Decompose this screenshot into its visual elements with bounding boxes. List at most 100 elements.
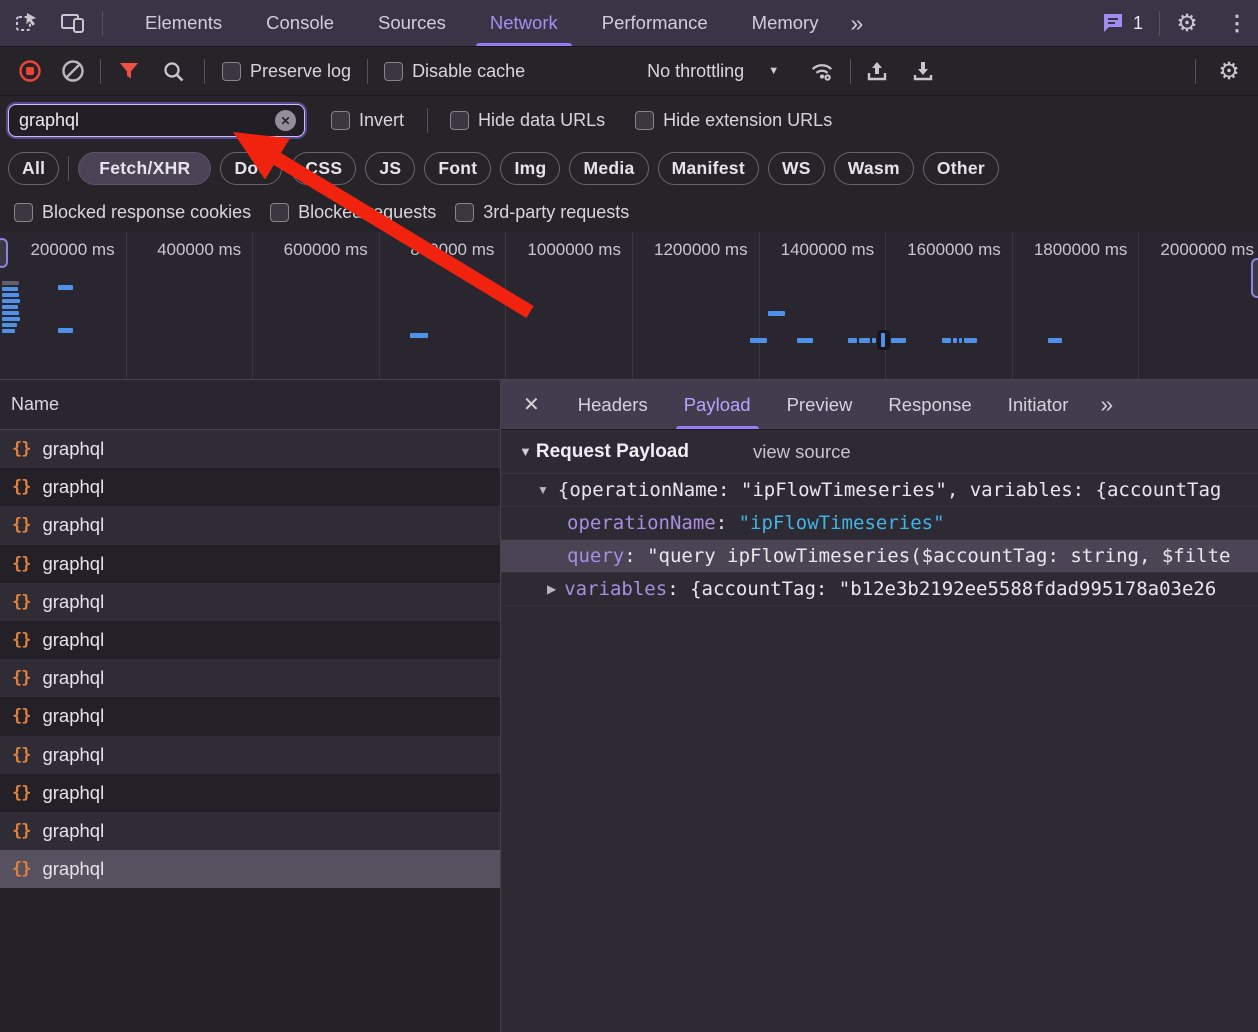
settings-gear-icon[interactable]: ⚙ <box>1174 10 1200 36</box>
detail-more-tabs-icon[interactable]: » <box>1090 391 1121 418</box>
close-detail-icon[interactable]: ✕ <box>523 392 540 417</box>
checkbox[interactable] <box>450 111 469 130</box>
inspect-element-icon[interactable] <box>14 10 40 36</box>
issues-icon[interactable] <box>1101 12 1125 34</box>
expand-triangle-icon[interactable]: ▼ <box>537 483 549 497</box>
request-row[interactable]: {}graphql <box>0 659 500 697</box>
request-name: graphql <box>42 667 104 689</box>
detail-tab-initiator[interactable]: Initiator <box>990 380 1087 429</box>
checkbox-label: Blocked requests <box>298 202 436 223</box>
request-row[interactable]: {}graphql <box>0 812 500 850</box>
waterfall-bar <box>881 333 885 347</box>
overview-left-grip[interactable] <box>0 238 8 268</box>
more-tabs-icon[interactable]: » <box>840 10 871 37</box>
chip-font[interactable]: Font <box>424 152 491 185</box>
network-settings-gear-icon[interactable]: ⚙ <box>1216 58 1242 84</box>
request-name: graphql <box>42 591 104 613</box>
detail-tab-payload[interactable]: Payload <box>666 380 769 429</box>
overview-tick-label: 2000000 ms <box>1160 240 1254 260</box>
divider <box>1159 11 1160 36</box>
detail-tab-headers[interactable]: Headers <box>560 380 666 429</box>
checkbox[interactable] <box>14 203 33 222</box>
filter-text-input[interactable]: graphql ✕ <box>8 104 305 137</box>
device-toolbar-icon[interactable] <box>60 10 86 36</box>
clear-filter-icon[interactable]: ✕ <box>275 110 296 131</box>
network-overview-timeline[interactable]: 200000 ms400000 ms600000 ms800000 ms1000… <box>0 232 1258 380</box>
checkbox[interactable] <box>222 62 241 81</box>
search-icon[interactable] <box>160 58 186 84</box>
overview-tick-label: 1000000 ms <box>527 240 621 260</box>
view-source-link[interactable]: view source <box>753 441 851 463</box>
kebab-menu-icon[interactable]: ⋮ <box>1224 10 1250 36</box>
request-row[interactable]: {}graphql <box>0 697 500 735</box>
request-row[interactable]: {}graphql <box>0 774 500 812</box>
request-row[interactable]: {}graphql <box>0 545 500 583</box>
checkbox[interactable] <box>270 203 289 222</box>
overview-right-grip[interactable] <box>1251 258 1258 298</box>
export-har-icon[interactable] <box>910 58 936 84</box>
checkbox[interactable] <box>635 111 654 130</box>
chip-media[interactable]: Media <box>569 152 648 185</box>
chip-css[interactable]: CSS <box>291 152 356 185</box>
payload-entry-query[interactable]: query: "query ipFlowTimeseries($accountT… <box>501 539 1258 572</box>
hide-data-urls-label: Hide data URLs <box>478 110 605 131</box>
network-conditions-icon[interactable] <box>809 58 835 84</box>
detail-tab-response[interactable]: Response <box>870 380 989 429</box>
request-row[interactable]: {}graphql <box>0 583 500 621</box>
chip-fetch-xhr[interactable]: Fetch/XHR <box>78 152 211 185</box>
filter-funnel-icon[interactable] <box>116 58 142 84</box>
request-row[interactable]: {}graphql <box>0 430 500 468</box>
payload-root-row[interactable]: ▼ {operationName: "ipFlowTimeseries", va… <box>501 474 1258 506</box>
request-row[interactable]: {}graphql <box>0 468 500 506</box>
tab-network[interactable]: Network <box>468 0 580 46</box>
tab-performance[interactable]: Performance <box>580 0 730 46</box>
checkbox[interactable] <box>455 203 474 222</box>
json-request-icon: {} <box>12 745 30 765</box>
chip-all[interactable]: All <box>8 152 59 185</box>
tab-elements[interactable]: Elements <box>123 0 244 46</box>
tab-memory[interactable]: Memory <box>730 0 841 46</box>
collapse-triangle-icon[interactable]: ▼ <box>519 444 532 459</box>
waterfall-bar <box>2 305 18 309</box>
name-column-header[interactable]: Name <box>0 380 500 430</box>
payload-entry-operationName[interactable]: operationName: "ipFlowTimeseries" <box>501 506 1258 539</box>
checkbox[interactable] <box>384 62 403 81</box>
overview-tick-label: 800000 ms <box>410 240 494 260</box>
payload-entry-variables[interactable]: ▶variables: {accountTag: "b12e3b2192ee55… <box>501 572 1258 605</box>
throttling-dropdown[interactable]: No throttling ▼ <box>647 61 779 82</box>
expand-triangle-icon[interactable]: ▶ <box>547 582 556 596</box>
overview-column: 1000000 ms <box>506 232 633 380</box>
detail-tab-preview[interactable]: Preview <box>769 380 871 429</box>
request-row[interactable]: {}graphql <box>0 506 500 544</box>
filter-input-value: graphql <box>19 110 275 131</box>
chip-wasm[interactable]: Wasm <box>834 152 914 185</box>
chip-other[interactable]: Other <box>923 152 999 185</box>
overview-column: 1200000 ms <box>633 232 760 380</box>
checkbox[interactable] <box>331 111 350 130</box>
disable-cache-checkbox[interactable]: Disable cache <box>384 61 525 82</box>
3rd-party-requests-checkbox[interactable]: 3rd-party requests <box>455 202 629 223</box>
blocked-response-cookies-checkbox[interactable]: Blocked response cookies <box>14 202 251 223</box>
request-name: graphql <box>42 782 104 804</box>
preserve-log-checkbox[interactable]: Preserve log <box>222 61 351 82</box>
chip-manifest[interactable]: Manifest <box>658 152 759 185</box>
network-main-area: Name {}graphql{}graphql{}graphql{}graphq… <box>0 380 1258 1032</box>
blocked-requests-checkbox[interactable]: Blocked requests <box>270 202 436 223</box>
record-network-log-icon[interactable] <box>17 58 43 84</box>
chip-img[interactable]: Img <box>500 152 560 185</box>
chip-ws[interactable]: WS <box>768 152 825 185</box>
tab-sources[interactable]: Sources <box>356 0 468 46</box>
hide-data-urls-checkbox[interactable]: Hide data URLs <box>450 110 605 131</box>
payload-colon: : <box>667 578 690 600</box>
request-row[interactable]: {}graphql <box>0 850 500 888</box>
clear-network-log-icon[interactable] <box>60 58 86 84</box>
request-row[interactable]: {}graphql <box>0 736 500 774</box>
devtools-window: ElementsConsoleSourcesNetworkPerformance… <box>0 0 1258 1032</box>
hide-extension-urls-checkbox[interactable]: Hide extension URLs <box>635 110 832 131</box>
import-har-icon[interactable] <box>864 58 890 84</box>
request-row[interactable]: {}graphql <box>0 621 500 659</box>
tab-console[interactable]: Console <box>244 0 356 46</box>
invert-checkbox[interactable]: Invert <box>331 110 404 131</box>
chip-doc[interactable]: Doc <box>220 152 282 185</box>
chip-js[interactable]: JS <box>365 152 415 185</box>
